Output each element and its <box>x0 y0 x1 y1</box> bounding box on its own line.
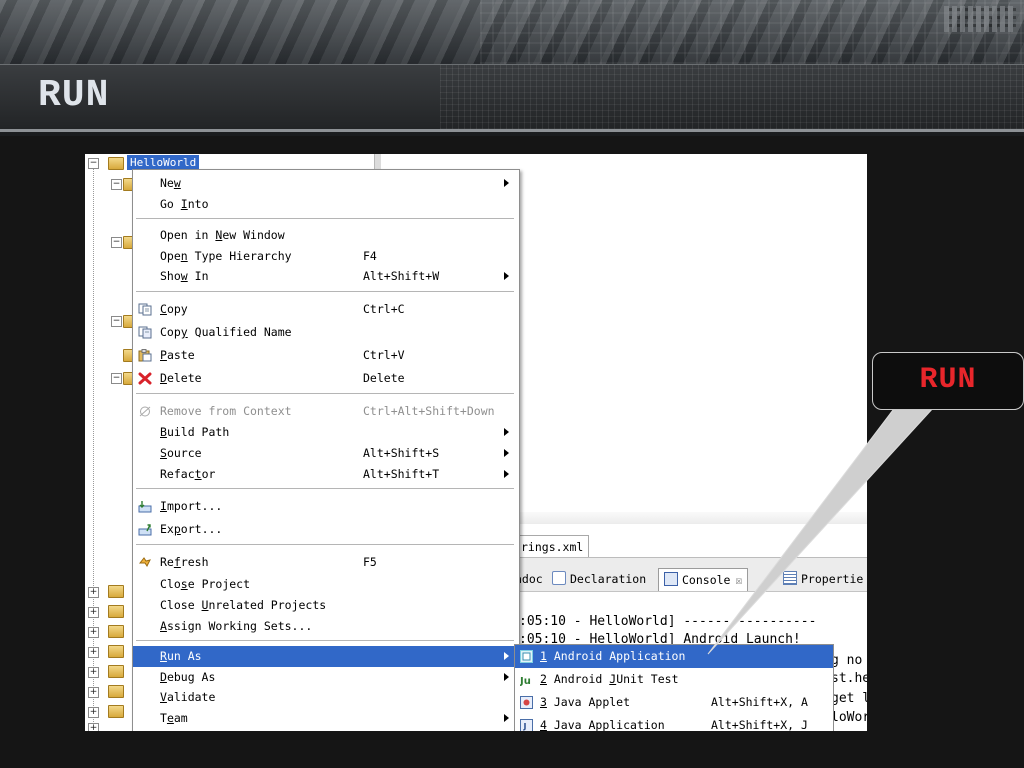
callout-pointer <box>707 405 937 655</box>
run-callout-box: RUN <box>872 352 1024 410</box>
callout-label: RUN <box>919 363 977 397</box>
